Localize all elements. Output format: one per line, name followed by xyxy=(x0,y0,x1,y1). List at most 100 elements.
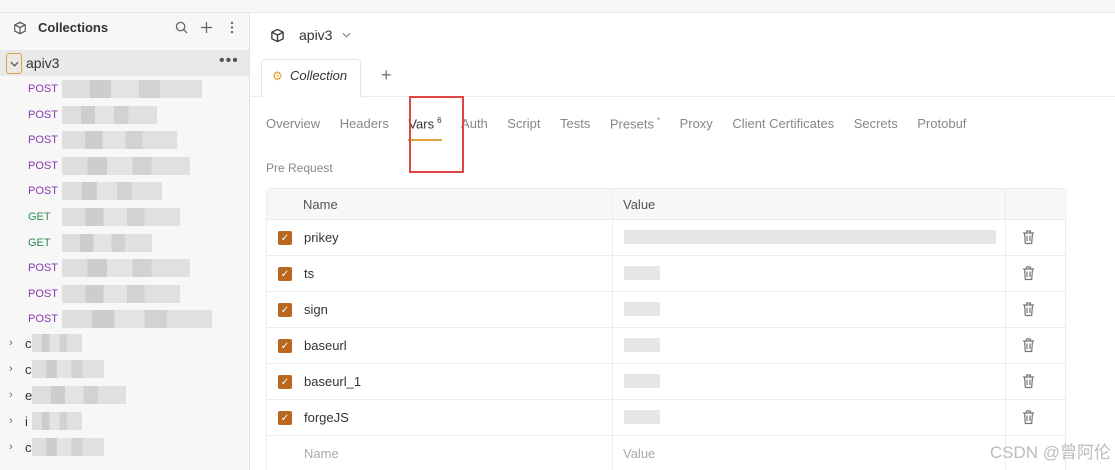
tab-collection[interactable]: ⚙ Collection xyxy=(261,59,361,98)
new-var-row: Name Value xyxy=(267,436,1067,470)
chevron-right-icon[interactable]: › xyxy=(9,441,13,453)
redacted-var-value[interactable] xyxy=(624,338,660,352)
new-var-value-input[interactable]: Value xyxy=(623,446,655,461)
method-badge: GET xyxy=(28,211,51,223)
collection-folder[interactable]: › c xyxy=(0,357,249,383)
request-item[interactable]: POST xyxy=(0,128,249,154)
request-item[interactable]: POST xyxy=(0,154,249,180)
more-horizontal-icon[interactable]: ••• xyxy=(219,52,239,70)
collection-folder[interactable]: › i xyxy=(0,409,249,435)
chevron-down-icon[interactable] xyxy=(6,53,22,74)
enabled-checkbox[interactable]: ✓ xyxy=(278,231,292,245)
redacted-folder-name xyxy=(32,334,82,352)
redacted-request-name xyxy=(62,310,212,329)
tab-auth[interactable]: Auth xyxy=(461,116,488,140)
workspace-selector[interactable]: apiv3 xyxy=(270,27,351,43)
request-item[interactable]: POST xyxy=(0,307,249,333)
collection-settings-tabs: Overview Headers Vars 6 Auth Script Tests Prese… xyxy=(266,116,986,141)
tab-presets[interactable]: Presets * xyxy=(610,116,660,140)
collection-cube-icon xyxy=(14,21,26,35)
var-name[interactable]: baseurl_1 xyxy=(304,374,361,389)
vars-table: Name Value ✓ prikey ✓ ts ✓ sign ✓ baseurl ✓ baseu… xyxy=(266,188,1067,470)
tab-collection-label: Collection xyxy=(290,68,348,83)
tab-label: Client Certificates xyxy=(732,116,835,131)
redacted-folder-name xyxy=(32,412,82,430)
var-name[interactable]: baseurl xyxy=(304,338,347,353)
tab-label: Headers xyxy=(339,116,389,131)
method-badge: POST xyxy=(28,287,58,300)
redacted-request-name xyxy=(62,208,180,226)
chevron-right-icon[interactable]: › xyxy=(9,337,13,349)
redacted-request-name xyxy=(62,284,180,303)
redacted-var-value[interactable] xyxy=(624,230,996,244)
request-item[interactable]: POST xyxy=(0,282,249,308)
tab-label: Script xyxy=(507,116,541,131)
request-item[interactable]: POST xyxy=(0,77,249,103)
tab-headers[interactable]: Headers xyxy=(340,116,389,140)
request-item[interactable]: GET xyxy=(0,231,249,257)
var-name[interactable]: forgeJS xyxy=(304,410,349,425)
enabled-checkbox[interactable]: ✓ xyxy=(278,411,292,425)
add-collection-icon[interactable] xyxy=(198,19,215,36)
tab-secrets[interactable]: Secrets xyxy=(854,116,898,140)
tab-protobuf[interactable]: Protobuf xyxy=(917,116,966,140)
trash-icon[interactable] xyxy=(1021,265,1037,281)
redacted-var-value[interactable] xyxy=(624,374,660,388)
collection-name: apiv3 xyxy=(26,55,60,71)
redacted-request-name xyxy=(62,80,202,98)
new-var-name-input[interactable]: Name xyxy=(304,446,339,461)
table-header: Name Value xyxy=(267,189,1067,220)
collection-folder[interactable]: › e xyxy=(0,383,249,409)
tab-overview[interactable]: Overview xyxy=(266,116,320,140)
tab-badge: * xyxy=(656,116,661,125)
folder-label: c xyxy=(25,362,32,377)
highlight-box xyxy=(409,96,464,173)
add-tab-icon[interactable]: + xyxy=(381,65,392,86)
chevron-right-icon[interactable]: › xyxy=(9,363,13,375)
tab-proxy[interactable]: Proxy xyxy=(680,116,713,140)
redacted-var-value[interactable] xyxy=(624,266,660,280)
tab-label: Presets xyxy=(609,116,654,132)
enabled-checkbox[interactable]: ✓ xyxy=(278,303,292,317)
enabled-checkbox[interactable]: ✓ xyxy=(278,339,292,353)
trash-icon[interactable] xyxy=(1021,301,1037,317)
method-badge: POST xyxy=(28,185,58,198)
method-badge: POST xyxy=(28,134,58,147)
tab-client-certificates[interactable]: Client Certificates xyxy=(732,116,834,140)
workspace-name: apiv3 xyxy=(299,27,333,43)
collection-folder[interactable]: › c xyxy=(0,435,249,461)
enabled-checkbox[interactable]: ✓ xyxy=(278,267,292,281)
var-name[interactable]: sign xyxy=(304,302,328,317)
redacted-var-value[interactable] xyxy=(624,410,660,424)
method-badge: POST xyxy=(28,159,58,172)
table-row: ✓ forgeJS xyxy=(267,400,1067,436)
chevron-right-icon[interactable]: › xyxy=(9,389,13,401)
redacted-var-value[interactable] xyxy=(624,302,660,316)
table-row: ✓ sign xyxy=(267,292,1067,328)
method-badge: POST xyxy=(28,108,58,121)
trash-icon[interactable] xyxy=(1021,229,1037,245)
redacted-request-name xyxy=(62,182,162,201)
trash-icon[interactable] xyxy=(1021,373,1037,389)
top-strip xyxy=(0,0,1115,13)
table-row: ✓ baseurl_1 xyxy=(267,364,1067,400)
trash-icon[interactable] xyxy=(1021,409,1037,425)
var-name[interactable]: ts xyxy=(304,266,314,281)
request-item[interactable]: POST xyxy=(0,179,249,205)
section-label: Pre Request xyxy=(266,161,333,175)
tab-script[interactable]: Script xyxy=(507,116,540,140)
trash-icon[interactable] xyxy=(1021,337,1037,353)
tab-label: Auth xyxy=(461,116,488,131)
search-icon[interactable] xyxy=(173,19,190,36)
request-item[interactable]: POST xyxy=(0,103,249,129)
gear-icon: ⚙ xyxy=(272,69,283,83)
var-name[interactable]: prikey xyxy=(304,230,339,245)
collection-folder[interactable]: › c xyxy=(0,331,249,357)
enabled-checkbox[interactable]: ✓ xyxy=(278,375,292,389)
request-item[interactable]: GET xyxy=(0,205,249,231)
tab-tests[interactable]: Tests xyxy=(560,116,590,140)
chevron-right-icon[interactable]: › xyxy=(9,415,13,427)
more-vertical-icon[interactable] xyxy=(223,19,240,36)
request-item[interactable]: POST xyxy=(0,256,249,282)
collection-root-apiv3[interactable]: apiv3 ••• xyxy=(0,50,249,76)
